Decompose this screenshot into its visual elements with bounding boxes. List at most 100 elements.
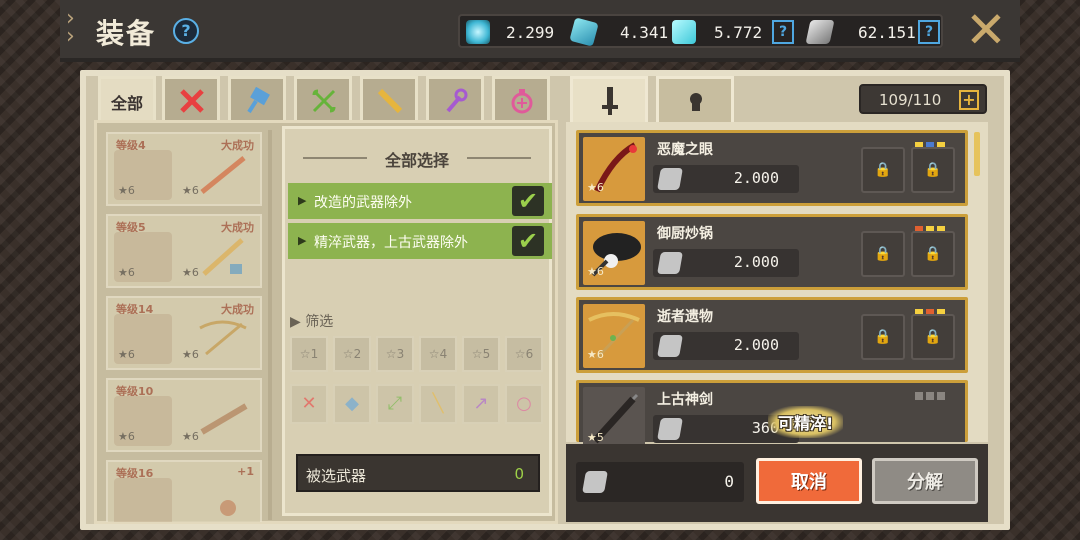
lock-icon: 🔒 [861,314,905,360]
type-filter-gun-icon[interactable]: ╲ [419,384,457,424]
weapon-stars: ★6 [182,184,199,197]
decompose-reward: 0 [576,462,744,502]
lock-icon: 🔒 [911,147,955,193]
tab-hammer[interactable] [228,76,286,120]
lock-icon: 🔒 [861,147,905,193]
tab-staff[interactable] [426,76,484,120]
page-title: 装备 [96,17,157,50]
select-all-button[interactable]: 全部选择 [285,147,549,171]
cancel-button[interactable]: 取消 [756,458,862,504]
hero-stars: ★6 [118,430,135,443]
tab-accessory[interactable] [492,76,550,120]
option-label: 精淬武器，上古武器除外 [314,235,468,251]
item-stars: ★6 [587,265,604,278]
type-filter-bow-icon[interactable]: ⤢ [376,384,414,424]
item-row[interactable]: ★6 御厨炒锅 2.000 🔒 🔒 [576,214,968,290]
staff-icon [446,88,468,113]
item-quality-dots [912,219,945,234]
weapon-card[interactable]: 等级4 大成功 ★6 ★6 [106,132,262,206]
currency-blue-gem-value: 4.341 [620,23,669,42]
star-filter-1[interactable]: ☆1 [290,336,328,372]
tab-all[interactable]: 全部 [98,76,156,120]
metal-ore-icon [805,20,835,44]
weapon-tab-icon [602,87,618,115]
type-filter-accessory-icon[interactable]: ○ [505,384,543,424]
currency-metal-value: 62.151 [858,23,916,42]
weapon-card[interactable]: 等级14 大成功 ★6 ★6 [106,296,262,370]
add-metal-icon[interactable]: ? [918,20,940,44]
tab-sword[interactable] [162,76,220,120]
item-price: 2.000 [653,332,799,360]
hero-stars: ★6 [118,266,135,279]
weapon-stars: ★6 [182,430,199,443]
tab-bow[interactable] [294,76,352,120]
item-list-scrollbar[interactable] [974,132,980,176]
star-filter-6[interactable]: ☆6 [505,336,543,372]
weapon-icon [199,320,247,356]
type-filter-sword-icon[interactable]: ✕ [290,384,328,424]
cyan-gem-icon [672,20,696,44]
expand-inventory-icon[interactable]: + [959,90,979,110]
type-filter-hammer-icon[interactable]: ◆ [333,384,371,424]
metal-ore-icon [582,471,608,493]
metal-ore-icon [657,335,683,357]
item-stars: ★6 [587,181,604,194]
tab-gun[interactable] [360,76,418,120]
bow-icon [312,89,336,113]
star-filter-value: 5 [482,347,491,361]
type-filter-staff-icon[interactable]: ↗ [462,384,500,424]
item-quality-dots [912,385,945,400]
currency-cyan-gem-value: 5.772 [714,23,763,42]
tab-weapons[interactable] [570,76,648,122]
weapon-card[interactable]: 等级10 ★6 ★6 [106,378,262,452]
hero-stars: ★6 [118,348,135,361]
item-price-value: 2.000 [733,169,779,187]
inventory-count-value: 109/110 [879,91,942,109]
item-name: 恶魔之眼 [657,142,713,158]
item-price-value: 2.000 [733,336,779,354]
weapon-list-scrollbar[interactable] [268,130,272,520]
star-filter-value: 3 [396,347,405,361]
add-cyan-gem-icon[interactable]: ? [772,20,794,44]
star-filter-3[interactable]: ☆3 [376,336,414,372]
item-row[interactable]: ★6 逝者遗物 2.000 🔒 🔒 [576,297,968,373]
item-quality-dots [912,302,945,317]
hammer-icon [247,87,270,114]
weapon-card[interactable]: 等级5 大成功 ★6 ★6 [106,214,262,288]
star-filter-value: 4 [439,347,448,361]
weapon-card[interactable]: 等级16 +1 [106,460,262,522]
item-row[interactable]: ★6 恶魔之眼 2.000 🔒 🔒 [576,130,968,206]
option-exclude-refined[interactable]: ▶ 精淬武器，上古武器除外 ✔ [288,223,552,259]
star-filter-4[interactable]: ☆4 [419,336,457,372]
item-quality-dots [912,135,945,150]
hero-stars: ★6 [118,184,135,197]
star-filter-5[interactable]: ☆5 [462,336,500,372]
star-filter-2[interactable]: ☆2 [333,336,371,372]
close-icon[interactable]: ✕ [963,5,1009,55]
weapon-icon [202,238,244,276]
selected-weapons-label: 被选武器 [306,467,367,485]
weapon-icon [200,403,248,435]
checkbox-checked-icon[interactable]: ✔ [512,186,544,216]
weapon-list: 等级4 大成功 ★6 ★6 等级5 大成功 ★6 ★6 等级14 大成功 ★6 … [102,128,272,522]
metal-ore-icon [657,252,683,274]
decompose-button[interactable]: 分解 [872,458,978,504]
filter-label: ▶ 筛选 [290,314,334,330]
tab-all-label: 全部 [110,94,143,113]
filter-label-text: 筛选 [305,314,334,330]
currency-bar: 2.299 4.341 5.772 ? 62.151 ? [458,14,943,48]
metal-ore-icon [657,418,683,440]
option-exclude-modified[interactable]: ▶ 改造的武器除外 ✔ [288,183,552,219]
tab-armor[interactable] [656,76,734,122]
bullet-icon: ▶ [298,194,307,207]
armor-tab-icon [690,93,702,111]
hero-portrait [114,478,172,522]
checkbox-checked-icon[interactable]: ✔ [512,226,544,256]
item-price-value: 2.000 [733,253,779,271]
gun-icon [377,88,403,114]
menu-chevron-icon[interactable]: › › [66,8,75,48]
selected-weapons-count: 0 [514,465,524,483]
currency-energy-value: 2.299 [506,23,555,42]
lock-icon: 🔒 [911,231,955,277]
help-icon[interactable]: ? [173,18,199,44]
